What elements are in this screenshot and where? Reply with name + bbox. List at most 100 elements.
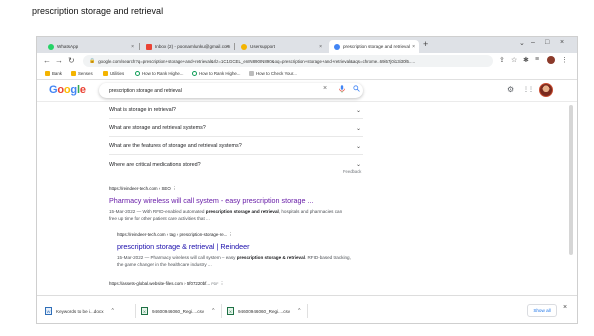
tab-google-search[interactable]: prescription storage and retrieval × bbox=[329, 40, 419, 53]
more-options-icon[interactable]: ⋮ bbox=[229, 232, 233, 237]
tab-search-icon[interactable]: ⌄ bbox=[519, 39, 525, 47]
close-window-icon[interactable]: × bbox=[560, 39, 564, 46]
paa-question-text: What are storage and retrieval systems? bbox=[109, 125, 206, 131]
page-scrollbar[interactable] bbox=[569, 105, 573, 255]
paa-question[interactable]: What are the features of storage and ret… bbox=[109, 138, 363, 155]
tab-separator bbox=[139, 43, 140, 50]
result-cite: https://reindeer-tech.com › tag › prescr… bbox=[117, 232, 228, 237]
tab-close-icon[interactable]: × bbox=[131, 44, 134, 50]
tab-gmail[interactable]: Inbox (2) - poonamlunku@gmail.com × bbox=[141, 40, 233, 53]
address-bar[interactable]: 🔒 google.com/search?q=prescription+stora… bbox=[83, 55, 493, 67]
tab-strip: WhatsApp × Inbox (2) - poonamlunku@gmail… bbox=[37, 37, 577, 53]
download-filename: Keywords to be i...docx bbox=[56, 308, 104, 314]
circle-icon bbox=[135, 71, 140, 76]
chevron-down-icon: ⌄ bbox=[355, 107, 361, 114]
paa-question-text: What is storage in retrieval? bbox=[109, 107, 176, 113]
minimize-icon[interactable]: – bbox=[531, 39, 535, 46]
back-icon[interactable]: ← bbox=[43, 56, 51, 65]
folder-icon bbox=[71, 71, 76, 76]
google-icon bbox=[334, 43, 340, 50]
download-item[interactable]: X 94600946060_Regi....csv ^ bbox=[227, 305, 300, 317]
search-icon[interactable] bbox=[353, 85, 360, 94]
gmail-icon bbox=[146, 43, 152, 50]
bookmark-utilities[interactable]: Utilities bbox=[103, 71, 124, 76]
settings-gear-icon[interactable]: ⚙ bbox=[507, 85, 514, 94]
chevron-up-icon[interactable]: ^ bbox=[298, 308, 300, 314]
more-options-icon[interactable]: ⋮ bbox=[172, 186, 176, 191]
bookmark-label: Bank bbox=[52, 71, 63, 76]
paa-question[interactable]: What are storage and retrieval systems? … bbox=[109, 120, 363, 137]
usersupport-icon bbox=[241, 43, 247, 50]
result-title-link[interactable]: prescription storage & retrieval | Reind… bbox=[117, 242, 357, 251]
bookmark-rank-2[interactable]: How to Rank Highe... bbox=[192, 71, 241, 76]
result-url[interactable]: https://reindeer-tech.com › SEO ⋮ bbox=[109, 186, 349, 192]
extensions-icon[interactable]: ✱ bbox=[523, 56, 529, 64]
snippet-text: 15-Mar-2022 — With RFID-enabled automate… bbox=[109, 209, 206, 214]
bookmark-senses[interactable]: Senses bbox=[71, 71, 93, 76]
download-separator bbox=[135, 304, 136, 318]
page-icon bbox=[249, 71, 254, 76]
paa-question-text: Where are critical medications stored? bbox=[109, 161, 201, 168]
tab-label: prescription storage and retrieval bbox=[343, 44, 410, 49]
url-text: google.com/search?q=prescription+storage… bbox=[98, 58, 416, 64]
result-snippet: 15-Mar-2022 — Pharmacy wireless will cal… bbox=[117, 254, 357, 268]
snippet-highlight: prescription storage & retrieval bbox=[236, 255, 305, 260]
tab-close-icon[interactable]: × bbox=[412, 44, 415, 50]
chevron-down-icon: ⌄ bbox=[355, 125, 361, 132]
download-filename: 94600946060_Regi....csv bbox=[152, 308, 205, 314]
result-title-link[interactable]: Pharmacy wireless will call system - eas… bbox=[109, 196, 349, 205]
download-item[interactable]: W Keywords to be i...docx ^ bbox=[45, 305, 114, 317]
bookmark-star-icon[interactable]: ☆ bbox=[511, 56, 517, 64]
chevron-up-icon[interactable]: ^ bbox=[112, 308, 114, 314]
tab-close-icon[interactable]: × bbox=[319, 44, 322, 50]
download-item[interactable]: X 94600946060_Regi....csv ^ bbox=[141, 305, 214, 317]
downloads-bar: W Keywords to be i...docx ^ X 9460094606… bbox=[37, 295, 577, 323]
snippet-text: 15-Mar-2022 — Pharmacy wireless will cal… bbox=[117, 255, 237, 260]
browser-window: WhatsApp × Inbox (2) - poonamlunku@gmail… bbox=[36, 36, 578, 324]
chevron-down-icon: ⌄ bbox=[355, 162, 361, 168]
logo-letter: e bbox=[79, 84, 86, 96]
bookmark-label: How to Rank Highe... bbox=[142, 71, 184, 76]
bookmark-rank-1[interactable]: How to Rank Highe... bbox=[135, 71, 184, 76]
lock-icon: 🔒 bbox=[89, 58, 96, 64]
google-apps-icon[interactable]: ⋮⋮ bbox=[523, 86, 534, 93]
google-header: Google prescription storage and retrieva… bbox=[37, 80, 577, 102]
tab-label: Usersupport bbox=[250, 44, 276, 49]
tab-label: Inbox (2) - poonamlunku@gmail.com bbox=[155, 44, 231, 49]
new-tab-button[interactable]: + bbox=[423, 39, 428, 49]
bookmark-bank[interactable]: Bank bbox=[45, 71, 62, 76]
show-all-downloads-button[interactable]: Show all bbox=[527, 304, 557, 317]
bookmark-label: How to Check Your... bbox=[256, 71, 297, 76]
more-options-icon[interactable]: ⋮ bbox=[220, 281, 224, 286]
maximize-icon[interactable]: □ bbox=[545, 39, 549, 46]
google-logo[interactable]: Google bbox=[49, 84, 86, 96]
result-url[interactable]: https://reindeer-tech.com › tag › prescr… bbox=[117, 232, 357, 238]
search-result-indented: https://reindeer-tech.com › tag › prescr… bbox=[117, 232, 357, 268]
share-icon[interactable]: ⇪ bbox=[499, 56, 505, 64]
paa-question[interactable]: What is storage in retrieval? ⌄ bbox=[109, 102, 363, 119]
reading-list-icon[interactable]: ≡ bbox=[535, 56, 539, 63]
forward-icon[interactable]: → bbox=[55, 56, 63, 65]
excel-file-icon: X bbox=[227, 307, 234, 315]
tab-usersupport[interactable]: Usersupport × bbox=[236, 40, 326, 53]
bookmark-label: How to Rank Highe... bbox=[199, 71, 241, 76]
feedback-link[interactable]: Feedback bbox=[343, 169, 361, 174]
tab-separator bbox=[234, 43, 235, 50]
excel-file-icon: X bbox=[141, 307, 148, 315]
paa-question[interactable]: Where are critical medications stored? ⌄ bbox=[109, 156, 363, 173]
result-url[interactable]: https://assets-global.website-files.com … bbox=[109, 281, 224, 287]
tab-close-icon[interactable]: × bbox=[226, 44, 229, 50]
tab-whatsapp[interactable]: WhatsApp × bbox=[43, 40, 138, 53]
profile-avatar[interactable] bbox=[547, 56, 555, 64]
chevron-up-icon[interactable]: ^ bbox=[212, 308, 214, 314]
clear-search-icon[interactable]: × bbox=[323, 85, 327, 92]
menu-icon[interactable]: ⋮ bbox=[561, 56, 568, 64]
bookmark-check[interactable]: How to Check Your... bbox=[249, 71, 297, 76]
reload-icon[interactable]: ↻ bbox=[68, 56, 75, 65]
close-downloads-icon[interactable]: × bbox=[563, 304, 567, 311]
result-cite: https://reindeer-tech.com › SEO bbox=[109, 186, 171, 191]
voice-search-icon[interactable] bbox=[339, 85, 345, 95]
account-avatar[interactable] bbox=[539, 83, 553, 97]
circle-icon bbox=[192, 71, 197, 76]
browser-toolbar: ← → ↻ 🔒 google.com/search?q=prescription… bbox=[37, 53, 577, 69]
